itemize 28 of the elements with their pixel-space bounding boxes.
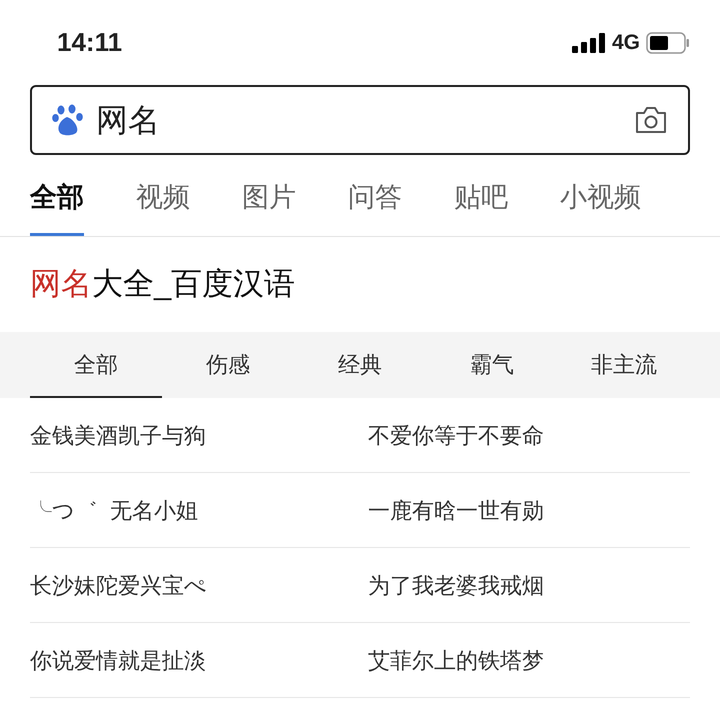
name-link[interactable]: 金钱美酒凯子与狗 xyxy=(30,418,368,452)
search-tab[interactable]: 小视频 xyxy=(560,177,641,236)
status-time: 14:11 xyxy=(57,26,122,59)
network-label: 4G xyxy=(612,30,640,56)
signal-icon xyxy=(572,32,606,52)
battery-icon xyxy=(646,32,690,54)
search-tab[interactable]: 图片 xyxy=(242,177,296,236)
name-link[interactable]: ╰つ゛ 无名小姐 xyxy=(30,494,368,526)
name-link[interactable]: 你说爱情就是扯淡 xyxy=(30,644,368,676)
search-tab[interactable]: 全部 xyxy=(30,177,84,236)
category-tab[interactable]: 霸气 xyxy=(426,332,558,398)
name-link[interactable]: 一鹿有晗一世有勋 xyxy=(368,494,544,526)
result-title-highlight[interactable]: 网名 xyxy=(30,261,92,308)
search-query: 网名 xyxy=(96,101,161,140)
search-tab[interactable]: 贴吧 xyxy=(454,177,508,236)
search-field[interactable]: 网名 xyxy=(30,85,690,155)
name-link[interactable]: 为了我老婆我戒烟 xyxy=(368,568,544,602)
search-tab[interactable]: 问答 xyxy=(348,177,402,236)
category-tab[interactable]: 伤感 xyxy=(162,332,294,398)
category-tab[interactable]: 经典 xyxy=(294,332,426,398)
name-link[interactable]: 长沙妹陀爱兴宝ぺ xyxy=(30,568,368,602)
category-tab[interactable]: 非主流 xyxy=(558,332,690,398)
name-link[interactable]: 不爱你等于不要命 xyxy=(368,418,544,452)
search-tab[interactable]: 视频 xyxy=(136,177,190,236)
camera-icon[interactable] xyxy=(634,105,668,135)
paw-icon xyxy=(52,104,84,136)
result-title[interactable]: 大全_百度汉语 xyxy=(92,261,296,308)
name-link[interactable]: 艾菲尔上的铁塔梦 xyxy=(368,644,544,676)
